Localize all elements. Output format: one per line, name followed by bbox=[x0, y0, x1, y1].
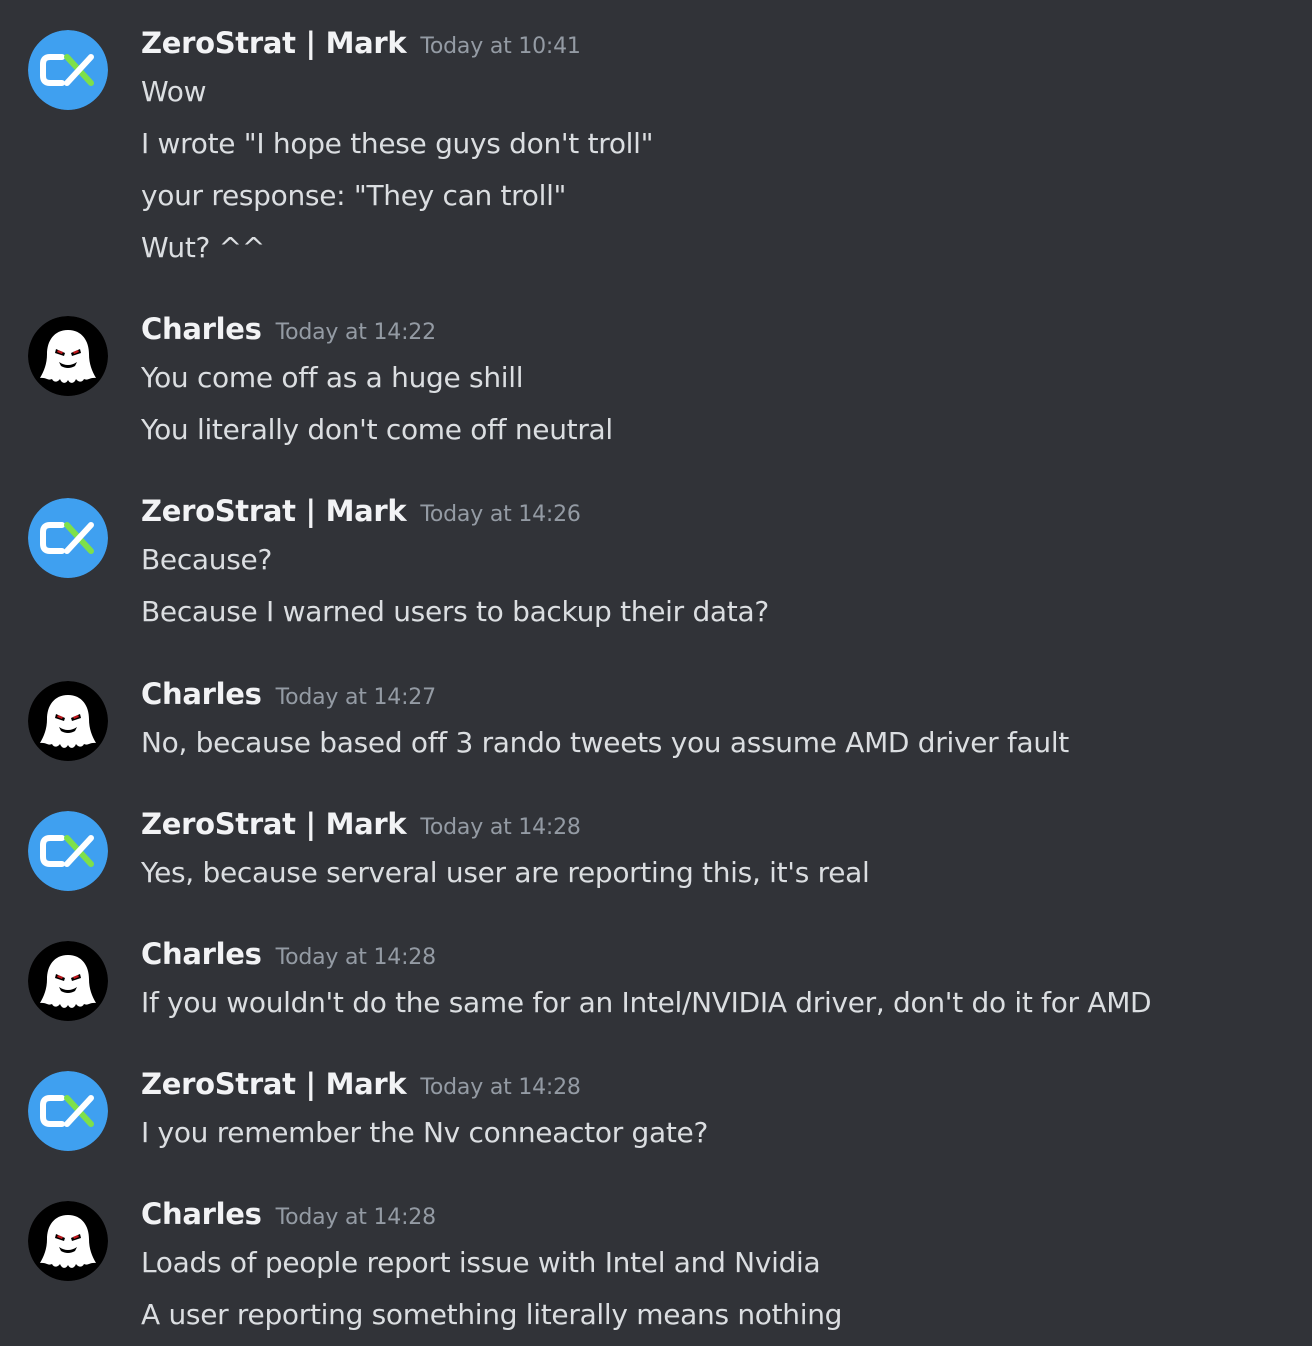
message-text: Because? bbox=[141, 543, 273, 576]
ghost-avatar-icon bbox=[28, 1201, 108, 1281]
ghost-avatar-icon bbox=[28, 941, 108, 1021]
message-text: Loads of people report issue with Intel … bbox=[141, 1246, 821, 1279]
username[interactable]: Charles bbox=[141, 937, 262, 971]
message-text: If you wouldn't do the same for an Intel… bbox=[141, 986, 1152, 1019]
timestamp[interactable]: Today at 14:28 bbox=[276, 945, 437, 970]
message-header: Charles Today at 14:28 bbox=[141, 1197, 436, 1237]
message-header: ZeroStrat | Mark Today at 14:26 bbox=[141, 494, 581, 534]
ghost-avatar-icon bbox=[28, 316, 108, 396]
timestamp[interactable]: Today at 14:22 bbox=[276, 320, 437, 345]
avatar[interactable] bbox=[28, 1201, 108, 1281]
timestamp[interactable]: Today at 10:41 bbox=[420, 34, 581, 59]
timestamp[interactable]: Today at 14:28 bbox=[276, 1205, 437, 1230]
message-header: ZeroStrat | Mark Today at 10:41 bbox=[141, 26, 581, 66]
timestamp[interactable]: Today at 14:28 bbox=[420, 815, 581, 840]
avatar[interactable] bbox=[28, 811, 108, 891]
zerostrat-cx-logo-icon bbox=[28, 498, 108, 578]
avatar[interactable] bbox=[28, 1071, 108, 1151]
timestamp[interactable]: Today at 14:26 bbox=[420, 502, 581, 527]
username[interactable]: ZeroStrat | Mark bbox=[141, 807, 407, 841]
avatar[interactable] bbox=[28, 941, 108, 1021]
message-header: ZeroStrat | Mark Today at 14:28 bbox=[141, 1067, 581, 1107]
avatar[interactable] bbox=[28, 30, 108, 110]
username[interactable]: Charles bbox=[141, 1197, 262, 1231]
message-header: Charles Today at 14:22 bbox=[141, 312, 436, 352]
message-text: Wow bbox=[141, 75, 207, 108]
message-text: your response: "They can troll" bbox=[141, 179, 567, 212]
avatar[interactable] bbox=[28, 681, 108, 761]
timestamp[interactable]: Today at 14:28 bbox=[420, 1075, 581, 1100]
username[interactable]: Charles bbox=[141, 312, 262, 346]
message-text: Yes, because serveral user are reporting… bbox=[141, 856, 870, 889]
zerostrat-cx-logo-icon bbox=[28, 30, 108, 110]
username[interactable]: ZeroStrat | Mark bbox=[141, 26, 407, 60]
message-header: Charles Today at 14:28 bbox=[141, 937, 436, 977]
message-text: You literally don't come off neutral bbox=[141, 413, 613, 446]
message-text: Because I warned users to backup their d… bbox=[141, 595, 769, 628]
message-text: I you remember the Nv conneactor gate? bbox=[141, 1116, 709, 1149]
zerostrat-cx-logo-icon bbox=[28, 1071, 108, 1151]
message-text: I wrote "I hope these guys don't troll" bbox=[141, 127, 654, 160]
avatar[interactable] bbox=[28, 498, 108, 578]
username[interactable]: ZeroStrat | Mark bbox=[141, 494, 407, 528]
timestamp[interactable]: Today at 14:27 bbox=[276, 685, 437, 710]
message-text: You come off as a huge shill bbox=[141, 361, 524, 394]
message-header: ZeroStrat | Mark Today at 14:28 bbox=[141, 807, 581, 847]
message-text: No, because based off 3 rando tweets you… bbox=[141, 726, 1069, 759]
avatar[interactable] bbox=[28, 316, 108, 396]
zerostrat-cx-logo-icon bbox=[28, 811, 108, 891]
message-header: Charles Today at 14:27 bbox=[141, 677, 436, 717]
message-text: A user reporting something literally mea… bbox=[141, 1298, 843, 1331]
ghost-avatar-icon bbox=[28, 681, 108, 761]
username[interactable]: Charles bbox=[141, 677, 262, 711]
message-text: Wut? ^^ bbox=[141, 231, 265, 264]
username[interactable]: ZeroStrat | Mark bbox=[141, 1067, 407, 1101]
